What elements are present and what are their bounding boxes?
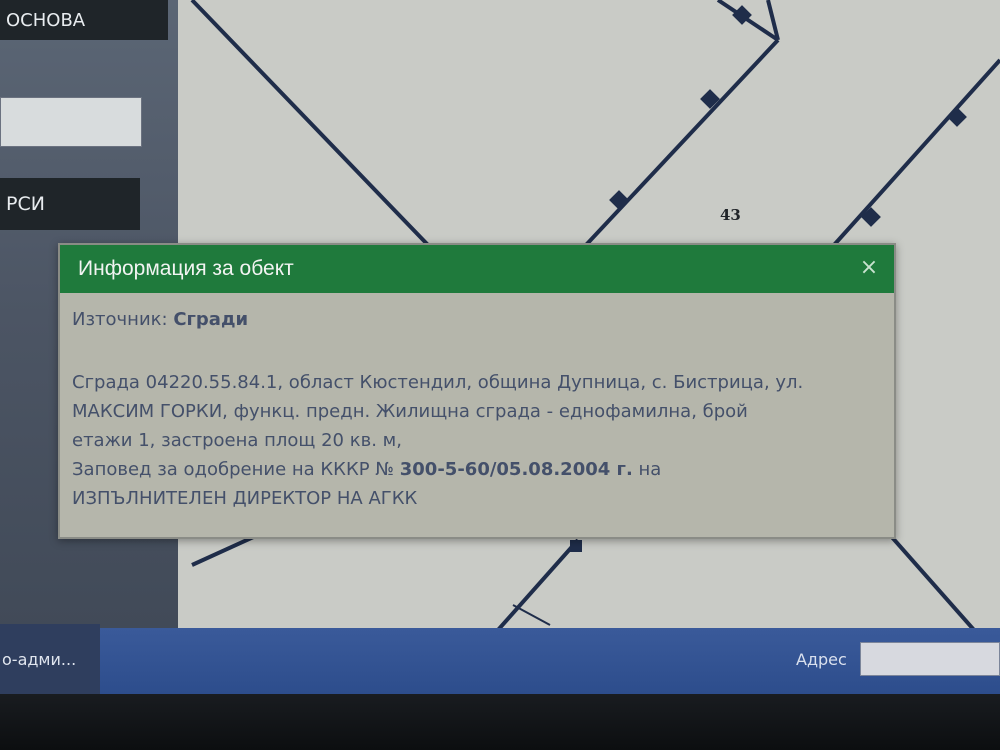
parcel-boundary xyxy=(496,538,580,630)
parcel-boundary xyxy=(584,38,780,247)
description-line: Сграда 04220.55.84.1, област Кюстендил, … xyxy=(72,372,804,393)
close-icon[interactable]: × xyxy=(858,257,880,279)
search-input[interactable] xyxy=(0,97,142,147)
boundary-marker xyxy=(947,107,967,127)
order-number: 300-5-60/05.08.2004 г. xyxy=(399,459,633,480)
monitor-bezel xyxy=(0,694,1000,750)
description-line: етажи 1, застроена площ 20 кв. м, xyxy=(72,430,402,451)
parcel-number-label: 43 xyxy=(720,206,741,224)
source-value: Сгради xyxy=(173,309,249,330)
screen: ОСНОВА РСИ 43 о-адми... Адрес Информация… xyxy=(0,0,1000,700)
order-line: Заповед за одобрение на КККР № 300-5-60/… xyxy=(72,455,882,484)
parcel-boundary xyxy=(512,604,551,626)
basis-button[interactable]: ОСНОВА xyxy=(0,0,168,40)
issuer-line: ИЗПЪЛНИТЕЛЕН ДИРЕКТОР НА АГКК xyxy=(72,488,418,509)
boundary-marker xyxy=(609,190,629,210)
parcel-boundary xyxy=(888,533,976,630)
address-input[interactable] xyxy=(860,642,1000,676)
order-prefix: Заповед за одобрение на КККР № xyxy=(72,459,395,480)
admin-tab[interactable]: о-адми... xyxy=(0,624,100,694)
order-suffix: на xyxy=(638,459,662,480)
popup-header: Информация за обект × xyxy=(60,245,894,293)
parcel-boundary xyxy=(191,533,259,567)
parcel-boundary xyxy=(832,58,1000,247)
boundary-marker xyxy=(570,540,582,552)
source-label: Източник: xyxy=(72,309,168,330)
parcel-boundary xyxy=(190,0,430,247)
status-bar xyxy=(0,628,1000,694)
object-info-popup: Информация за обект × Източник: Сгради С… xyxy=(58,243,896,539)
popup-body: Източник: Сгради Сграда 04220.55.84.1, о… xyxy=(72,305,882,513)
address-label: Адрес xyxy=(796,650,847,669)
source-line: Източник: Сгради xyxy=(72,305,882,334)
popup-title: Информация за обект xyxy=(78,257,294,280)
description-line: МАКСИМ ГОРКИ, функц. предн. Жилищна сгра… xyxy=(72,401,748,422)
search-button[interactable]: РСИ xyxy=(0,178,140,230)
